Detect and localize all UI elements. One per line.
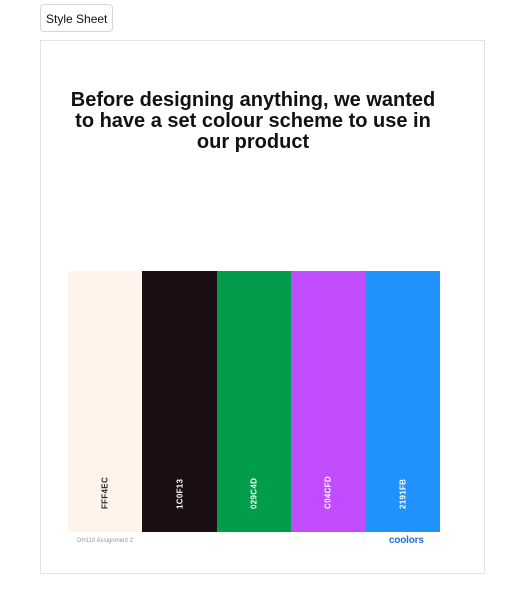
swatch-cream: FFF4EC: [68, 271, 143, 532]
hex-label-green: 029C4D: [249, 477, 259, 509]
hex-label-purple: C04CFD: [323, 476, 333, 509]
swatch-purple: C04CFD: [291, 271, 366, 532]
hex-label-cream: FFF4EC: [100, 476, 110, 509]
hex-label-blue: 2191FB: [398, 478, 408, 509]
swatch-blue: 2191FB: [365, 271, 441, 532]
swatch-green: 029C4D: [216, 271, 292, 532]
assignment-caption: DH110 Assignment 2: [77, 538, 133, 544]
style-sheet-tab-button[interactable]: Style Sheet: [40, 4, 114, 32]
heading-text: Before designing anything, we wanted to …: [70, 89, 436, 153]
hex-label-dark: 1C0F13: [175, 478, 185, 509]
swatch-dark: 1C0F13: [142, 271, 217, 532]
coolors-logo: coolors: [389, 535, 424, 546]
color-palette: FFF4EC 1C0F13 029C4D C04CFD 2191FB: [68, 271, 441, 532]
